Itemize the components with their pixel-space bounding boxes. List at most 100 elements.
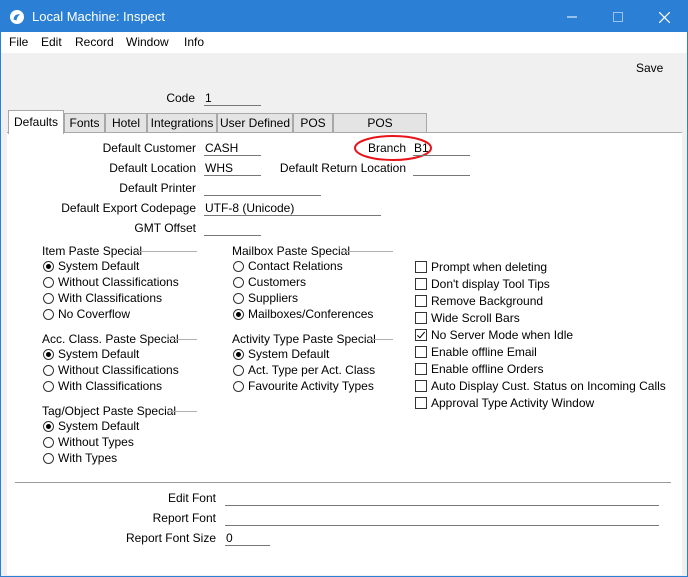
edit-font-label: Edit Font — [167, 491, 216, 505]
default-return-location-field[interactable] — [413, 161, 470, 176]
tab-fonts[interactable]: Fonts — [64, 113, 105, 132]
checkbox-label: Wide Scroll Bars — [431, 311, 520, 325]
item-paste-option-label: System Default — [58, 259, 140, 273]
tag-object-paste-special-title: Tag/Object Paste Special — [42, 404, 177, 418]
tab-user-defined[interactable]: User Defined — [217, 113, 293, 132]
default-printer-label: Default Printer — [119, 181, 196, 195]
activity-type-option-label: Act. Type per Act. Class — [248, 363, 376, 377]
tab-integrations[interactable]: Integrations — [147, 113, 217, 132]
tag-object-without-types-radio[interactable] — [43, 437, 54, 448]
code-field[interactable]: 1 — [204, 91, 261, 106]
maximize-button[interactable] — [595, 1, 641, 32]
acc-class-option-label: System Default — [58, 347, 140, 361]
tag-object-option-label: With Types — [58, 451, 118, 465]
tab-hotel[interactable]: Hotel — [105, 113, 147, 132]
tab-pos[interactable]: POS — [293, 113, 333, 132]
checkbox-label: Auto Display Cust. Status on Incoming Ca… — [431, 379, 666, 393]
acc-class-with-classifications-radio[interactable] — [43, 381, 54, 392]
tag-object-option-label: Without Types — [58, 435, 134, 449]
activity-type-option-label: System Default — [248, 347, 330, 361]
mailbox-contact-relations-radio[interactable] — [233, 261, 244, 272]
enable-offline-email-checkbox[interactable] — [415, 346, 427, 358]
mailbox-option-label: Customers — [248, 275, 307, 289]
item-paste-option-label: With Classifications — [58, 291, 163, 305]
mailbox-customers-radio[interactable] — [233, 277, 244, 288]
tag-object-with-types-radio[interactable] — [43, 453, 54, 464]
maximize-icon — [613, 12, 623, 23]
item-paste-with-classifications-radio[interactable] — [43, 293, 54, 304]
menu-edit[interactable]: Edit — [41, 35, 62, 49]
auto-display-cust-status-checkbox[interactable] — [415, 380, 427, 392]
branch-field[interactable]: B1 — [413, 141, 470, 156]
dont-display-tool-tips-checkbox[interactable] — [415, 278, 427, 290]
gmt-offset-field[interactable] — [204, 221, 261, 236]
report-font-size-field[interactable]: 0 — [225, 531, 270, 546]
close-icon — [658, 11, 670, 24]
close-button[interactable] — [641, 1, 687, 32]
acc-class-option-label: Without Classifications — [58, 363, 179, 377]
mailbox-option-label: Contact Relations — [248, 259, 343, 273]
checkbox-label: Approval Type Activity Window — [431, 396, 595, 410]
enable-offline-orders-checkbox[interactable] — [415, 363, 427, 375]
default-export-codepage-field[interactable]: UTF-8 (Unicode) — [204, 201, 381, 216]
default-return-location-label: Default Return Location — [279, 161, 406, 175]
default-customer-field[interactable]: CASH — [204, 141, 261, 156]
activity-type-system-default-radio[interactable] — [233, 349, 244, 360]
checkbox-label: Remove Background — [431, 294, 544, 308]
approval-type-activity-window-checkbox[interactable] — [415, 397, 427, 409]
item-paste-without-classifications-radio[interactable] — [43, 277, 54, 288]
remove-background-checkbox[interactable] — [415, 295, 427, 307]
menu-bar: File Edit Record Window Info — [1, 32, 687, 53]
window-title: Local Machine: Inspect — [32, 9, 165, 24]
item-paste-system-default-radio[interactable] — [43, 261, 54, 272]
menu-record[interactable]: Record — [75, 35, 114, 49]
acc-class-option-label: With Classifications — [58, 379, 163, 393]
report-font-size-label: Report Font Size — [125, 531, 216, 545]
default-location-field[interactable]: WHS — [204, 161, 261, 176]
no-server-mode-when-idle-checkbox[interactable] — [415, 329, 427, 341]
group-divider — [341, 251, 393, 252]
prompt-when-deleting-checkbox[interactable] — [415, 261, 427, 273]
item-paste-option-label: Without Classifications — [58, 275, 179, 289]
acc-class-without-classifications-radio[interactable] — [43, 365, 54, 376]
activity-type-per-act-class-radio[interactable] — [233, 365, 244, 376]
item-paste-special-title: Item Paste Special — [42, 244, 143, 258]
item-paste-no-coverflow-radio[interactable] — [43, 309, 54, 320]
report-font-label: Report Font — [152, 511, 216, 525]
tag-object-system-default-radio[interactable] — [43, 421, 54, 432]
section-divider — [15, 482, 671, 483]
tab-pos-appearance[interactable]: POS Appearance — [333, 113, 427, 149]
mailbox-paste-special-title: Mailbox Paste Special — [232, 244, 351, 258]
default-customer-label: Default Customer — [102, 141, 196, 155]
menu-info[interactable]: Info — [184, 35, 204, 49]
menu-window[interactable]: Window — [126, 35, 169, 49]
tab-defaults[interactable]: Defaults — [8, 110, 64, 134]
activity-type-paste-special-title: Activity Type Paste Special — [232, 332, 376, 346]
checkbox-label: Prompt when deleting — [431, 260, 548, 274]
title-bar[interactable]: Local Machine: Inspect — [1, 1, 687, 32]
mailbox-option-label: Suppliers — [248, 291, 299, 305]
default-export-codepage-label: Default Export Codepage — [61, 201, 196, 215]
code-label: Code — [166, 91, 195, 105]
acc-class-paste-special-title: Acc. Class. Paste Special — [42, 332, 179, 346]
mailbox-suppliers-radio[interactable] — [233, 293, 244, 304]
branch-label: Branch — [367, 141, 406, 155]
checkbox-label: Enable offline Email — [431, 345, 537, 359]
minimize-icon — [567, 16, 577, 18]
acc-class-system-default-radio[interactable] — [43, 349, 54, 360]
checkbox-label: Don't display Tool Tips — [431, 277, 550, 291]
activity-type-favourite-radio[interactable] — [233, 381, 244, 392]
default-printer-field[interactable] — [204, 181, 321, 196]
default-location-label: Default Location — [109, 161, 196, 175]
tag-object-option-label: System Default — [58, 419, 140, 433]
mailbox-mailboxes-conferences-radio[interactable] — [233, 309, 244, 320]
menu-file[interactable]: File — [9, 35, 28, 49]
activity-type-option-label: Favourite Activity Types — [248, 379, 374, 393]
save-button[interactable]: Save — [636, 61, 663, 75]
edit-font-field[interactable] — [225, 491, 659, 506]
gmt-offset-label: GMT Offset — [134, 221, 196, 235]
minimize-button[interactable] — [549, 1, 595, 32]
app-logo-icon — [10, 10, 24, 24]
report-font-field[interactable] — [225, 511, 659, 526]
wide-scroll-bars-checkbox[interactable] — [415, 312, 427, 324]
